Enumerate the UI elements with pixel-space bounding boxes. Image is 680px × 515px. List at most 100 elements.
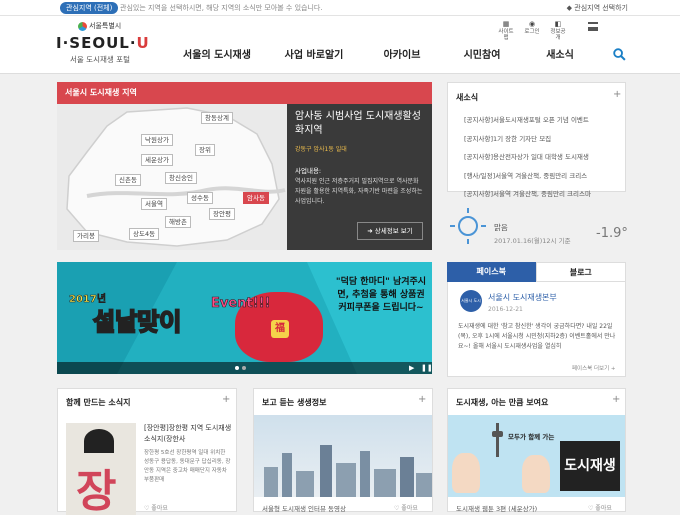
news-heading: 새소식 xyxy=(456,93,479,102)
district-changsin[interactable]: 창신숭인 xyxy=(165,172,197,184)
district-sangdo[interactable]: 상도4동 xyxy=(129,228,160,240)
login-link[interactable]: ◉ 로그인 xyxy=(522,20,542,36)
info-link[interactable]: ◧ 정보공개 xyxy=(548,20,568,40)
district-garibong[interactable]: 가리봉 xyxy=(73,230,99,242)
district-jangan[interactable]: 장안평 xyxy=(209,208,235,220)
region-heading: 서울시 도시재생 지역 xyxy=(57,82,432,104)
news-item[interactable]: [공지사항]서울도시재생포털 오픈 기념 이벤트 xyxy=(464,111,612,130)
fb-text[interactable]: 도시재생에 대한 '참고 참신한' 생각이 궁금하다면? 내일 22일(목), … xyxy=(458,322,618,352)
menu-icon[interactable] xyxy=(588,22,598,31)
like-label: 좋아요 xyxy=(595,505,612,512)
nav-item-projects[interactable]: 사업 바로알기 xyxy=(264,46,364,61)
banner-message: "덕담 한마디" 남겨주시면, 추첨을 통해 상품권 커피쿠폰을 드립니다~ xyxy=(335,277,427,313)
top-bar: 관심지역 (전체) 관심있는 지역을 선택하시면, 해당 지역의 소식만 모아볼… xyxy=(0,0,680,16)
district-seoulstation[interactable]: 서울역 xyxy=(141,198,167,210)
news-item[interactable]: [공지사항]서울역 겨울산책, 중림만리 크리스마 xyxy=(464,185,612,204)
login-label: 로그인 xyxy=(524,28,540,35)
utility-links: ▦ 사이트맵 ◉ 로그인 ◧ 정보공개 xyxy=(496,20,568,40)
news-list: [공지사항]서울도시재생포털 오픈 기념 이벤트 [공지사항]1기 장한 기자단… xyxy=(464,111,612,204)
main-nav: 서울의 도시재생 사업 바로알기 아카이브 시민참여 새소식 xyxy=(170,46,596,61)
district-nakwon[interactable]: 낙원상가 xyxy=(141,134,173,146)
webtoon-like[interactable]: ♡ 좋아요 xyxy=(588,503,612,512)
weather-widget: 맑음 2017.01.16(월)12시 기준 -1.9° xyxy=(448,202,628,254)
fb-more-link[interactable]: 페이스북 더보기 + xyxy=(572,364,616,372)
pause-icon[interactable]: ❚❚ xyxy=(421,364,432,372)
news-item[interactable]: [공지사항]1기 장한 기자단 모집 xyxy=(464,130,612,149)
nav-item-archive[interactable]: 아카이브 xyxy=(364,46,440,61)
district-jangwi[interactable]: 장위 xyxy=(195,144,215,156)
video-more-icon[interactable]: + xyxy=(418,394,426,405)
region-filter-pill[interactable]: 관심지역 (전체) xyxy=(60,2,119,14)
video-heading: 보고 듣는 생생정보 xyxy=(262,398,327,407)
newsletter-like[interactable]: ♡ 좋아요 xyxy=(144,503,168,512)
news-item[interactable]: [행사/일정]서울역 겨울산책, 중림만리 크리스 xyxy=(464,167,612,186)
detail-button[interactable]: ➜ 상세정보 보기 xyxy=(357,222,423,240)
seoul-seal[interactable]: 서울특별시 xyxy=(78,21,121,31)
nav-item-urban-regen[interactable]: 서울의 도시재생 xyxy=(170,46,264,61)
fb-author[interactable]: 서울시 도시재생본부 xyxy=(488,292,557,303)
webtoon-banner-text: 모두가 함께 가는 xyxy=(508,433,555,441)
district-changdong[interactable]: 창동상계 xyxy=(201,112,233,124)
region-select-label: 관심지역 선택하기 xyxy=(574,4,628,12)
tab-facebook[interactable]: 페이스북 xyxy=(447,262,536,282)
tab-blog[interactable]: 블로그 xyxy=(535,262,626,282)
site-logo[interactable]: I·SEOUL·U xyxy=(56,34,150,52)
sitemap-label: 사이트맵 xyxy=(498,28,514,41)
search-icon[interactable] xyxy=(613,48,626,61)
news-item[interactable]: [공지사항]용산전자상가 일대 대학생 도시재생 xyxy=(464,148,612,167)
webtoon-more-icon[interactable]: + xyxy=(612,394,620,405)
tower-top xyxy=(492,431,503,437)
newsletter-figure xyxy=(84,429,114,453)
like-label: 좋아요 xyxy=(151,505,168,512)
newsletter-heading: 함께 만드는 소식지 xyxy=(66,398,131,407)
webtoon-card: 도시재생, 아는 만큼 보여요 + 모두가 함께 가는 도시재생 도시재생 웹툰… xyxy=(447,388,626,513)
district-sinchon[interactable]: 신촌동 xyxy=(115,174,141,186)
district-label: 사업내용: xyxy=(295,167,322,175)
news-more-icon[interactable]: + xyxy=(613,89,621,100)
nav-item-news[interactable]: 새소식 xyxy=(524,46,596,61)
site-header: 서울특별시 I·SEOUL·U 서울 도시재생 포털 ▦ 사이트맵 ◉ 로그인 ◧ 정… xyxy=(0,16,680,74)
newsletter-caption[interactable]: [장안평]장한평 지역 도시재생소식지(장한사 xyxy=(144,423,232,445)
banner-dot[interactable] xyxy=(242,366,246,370)
seal-text: 서울특별시 xyxy=(89,22,122,30)
video-thumbnail[interactable] xyxy=(254,415,432,497)
video-like[interactable]: ♡ 좋아요 xyxy=(394,503,418,512)
district-haebang[interactable]: 해방촌 xyxy=(165,216,191,228)
facebook-post: 서울시 도시재생 서울시 도시재생본부 2016-12-21 도시재생에 대한 … xyxy=(447,282,626,377)
region-select-link[interactable]: ◆ 관심지역 선택하기 xyxy=(567,2,628,14)
district-amsa[interactable]: 암사동 xyxy=(243,192,269,204)
webtoon-title-text: 도시재생 xyxy=(560,441,620,491)
region-map: 창동상계 낙원상가 장위 세운상가 신촌동 창신숭인 성수동 서울역 해방촌 암… xyxy=(57,104,287,250)
bag-character: 福 xyxy=(271,320,289,338)
sitemap-link[interactable]: ▦ 사이트맵 xyxy=(496,20,516,40)
weather-date: 2017.01.16(월)12시 기준 xyxy=(494,237,571,245)
district-title: 암사동 시범사업 도시재생활성화지역 xyxy=(295,111,421,136)
login-icon: ◉ xyxy=(528,20,536,28)
newsletter-more-icon[interactable]: + xyxy=(222,394,230,405)
banner-event: Event!!! xyxy=(211,296,271,312)
district-description: 역사지원 인근 저층주거지 밀집지역으로 역사문화자원을 활용한 지역특화, 자… xyxy=(295,178,423,205)
banner-dot[interactable] xyxy=(235,366,239,370)
fb-date: 2016-12-21 xyxy=(488,306,523,313)
district-location: 강동구 암사1동 일대 xyxy=(295,146,347,153)
newsletter-card: 함께 만드는 소식지 + 장 [장안평]장한평 지역 도시재생소식지(장한사 장… xyxy=(57,388,237,515)
district-seongsu[interactable]: 성수동 xyxy=(187,192,213,204)
weather-condition: 맑음 xyxy=(494,223,508,232)
webtoon-thumbnail[interactable]: 모두가 함께 가는 도시재생 xyxy=(448,415,625,497)
promo-banner[interactable]: 2017년 설날맞이 福 Event!!! "덕담 한마디" 남겨주시면, 추첨… xyxy=(57,262,432,374)
avatar: 서울시 도시재생 xyxy=(460,290,482,325)
webtoon-heading: 도시재생, 아는 만큼 보여요 xyxy=(456,398,549,407)
info-icon: ◧ xyxy=(554,20,562,28)
play-icon[interactable]: ▶ xyxy=(409,364,414,372)
newsletter-thumbnail[interactable]: 장 xyxy=(66,423,136,515)
sitemap-icon: ▦ xyxy=(502,20,510,28)
newsletter-thumb-char: 장 xyxy=(76,466,117,515)
detail-label: 상세정보 보기 xyxy=(374,227,413,235)
district-sewoon[interactable]: 세운상가 xyxy=(141,154,173,166)
logo-suffix: U xyxy=(136,34,150,52)
newsletter-text: 장한평 5호선 장한평역 일대 위치한 성동구 용답동, 동대문구 답십리동, … xyxy=(144,450,231,483)
nav-item-participation[interactable]: 시민참여 xyxy=(440,46,524,61)
webtoon-character-left xyxy=(452,453,480,493)
banner-title: 설날맞이 xyxy=(92,307,182,337)
logo-subtitle: 서울 도시재생 포털 xyxy=(70,55,130,64)
